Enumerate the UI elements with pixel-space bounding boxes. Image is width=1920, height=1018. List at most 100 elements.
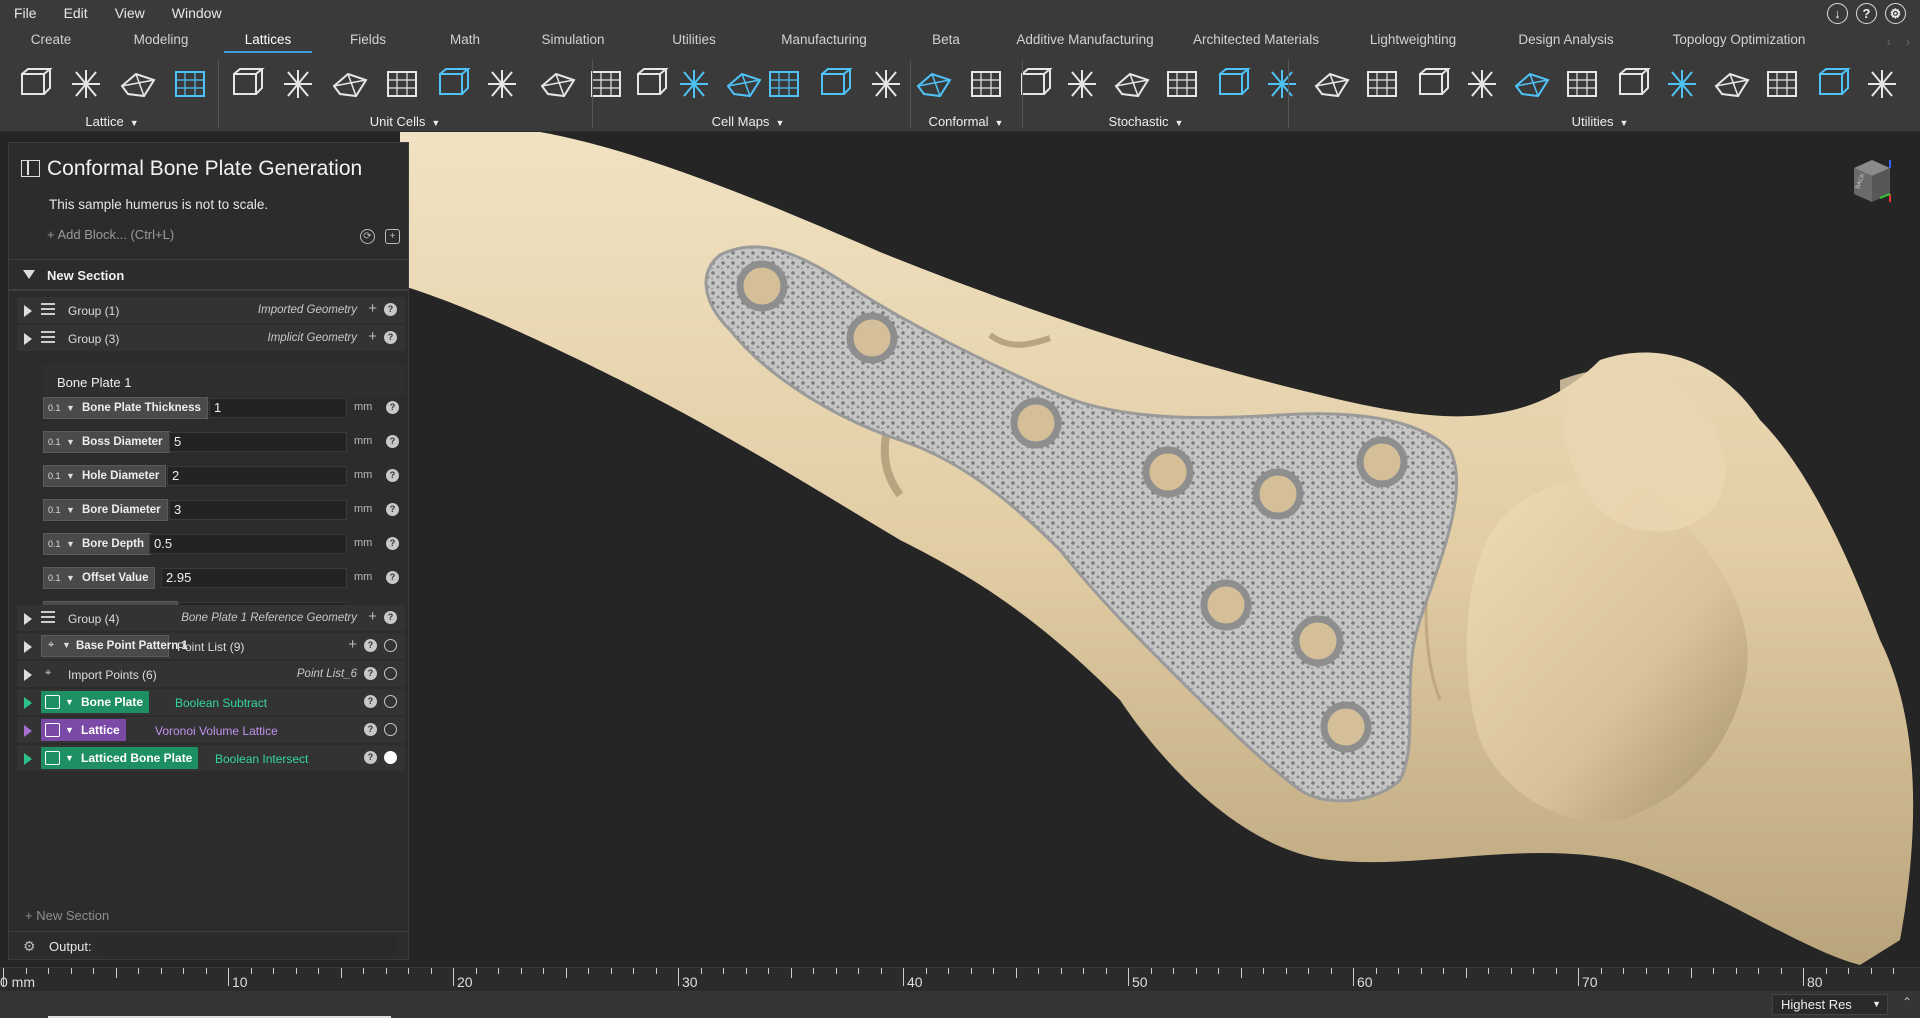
help-icon[interactable]: ? xyxy=(386,571,399,584)
chevron-down-icon[interactable]: ▼ xyxy=(62,640,71,650)
menu-view[interactable]: View xyxy=(101,5,158,21)
tab-beta[interactable]: Beta xyxy=(896,26,996,54)
operation-row[interactable]: ▼ Bone Plate Boolean Subtract? xyxy=(17,689,405,715)
ribbon-tool-38-icon[interactable] xyxy=(1860,64,1904,104)
section-header[interactable]: New Section xyxy=(9,259,408,291)
ribbon-tool-29-icon[interactable] xyxy=(1410,64,1454,104)
ribbon-tool-15-icon[interactable] xyxy=(722,64,766,104)
chevron-down-icon[interactable]: ▼ xyxy=(66,568,75,588)
param-input[interactable]: 2.95 xyxy=(161,568,347,588)
expand-icon[interactable] xyxy=(24,333,32,345)
tab-lattices[interactable]: Lattices xyxy=(220,26,316,54)
visibility-dot[interactable] xyxy=(384,723,397,736)
param-input[interactable]: 0.5 xyxy=(149,534,347,554)
group-row[interactable]: Group (3) Implicit Geometry + ? xyxy=(17,325,405,351)
expand-icon[interactable] xyxy=(24,613,32,625)
import-points-row[interactable]: ⌖ Import Points (6) Point List_6 ? xyxy=(17,661,405,687)
param-input[interactable]: 3 xyxy=(169,500,347,520)
menu-edit[interactable]: Edit xyxy=(50,5,101,21)
expand-icon[interactable] xyxy=(24,697,32,709)
param-input[interactable]: 1 xyxy=(209,398,347,418)
menu-file[interactable]: File xyxy=(0,5,50,21)
new-section-button[interactable]: + New Section xyxy=(25,908,109,923)
help-icon[interactable]: ? xyxy=(386,503,399,516)
tab-utilities[interactable]: Utilities xyxy=(636,26,752,54)
tab-modeling[interactable]: Modeling xyxy=(102,26,220,54)
chevron-down-icon[interactable]: ▼ xyxy=(65,747,74,769)
plus-icon[interactable]: + xyxy=(368,328,377,345)
help-icon[interactable]: ? xyxy=(386,537,399,550)
chevron-down-icon[interactable]: ▼ xyxy=(66,534,75,554)
tab-fields[interactable]: Fields xyxy=(316,26,420,54)
help-icon[interactable]: ? xyxy=(384,303,397,316)
ribbon-tool-25-icon[interactable] xyxy=(1210,64,1254,104)
visibility-dot[interactable] xyxy=(384,639,397,652)
plus-icon[interactable]: + xyxy=(348,636,357,653)
param-label[interactable]: 0.1 ▼ Bore Depth xyxy=(43,533,151,555)
ribbon-tool-19-icon[interactable] xyxy=(912,64,956,104)
menu-window[interactable]: Window xyxy=(158,5,235,21)
operation-row[interactable]: ▼ Lattice Voronoi Volume Lattice? xyxy=(17,717,405,743)
help-icon[interactable]: ? xyxy=(384,611,397,624)
chevron-down-icon[interactable]: ▼ xyxy=(65,719,74,741)
view-cube[interactable]: BACK xyxy=(1850,158,1892,206)
help-icon[interactable]: ? xyxy=(364,667,377,680)
ribbon-group-2-dropdown[interactable]: Unit Cells ▼ xyxy=(370,114,441,129)
refresh-icon[interactable]: ⟳ xyxy=(360,229,375,244)
point-pattern-row[interactable]: ⌖ ▼ Base Point Pattern 1 Point List (9) … xyxy=(17,633,405,659)
ribbon-tool-22-icon[interactable] xyxy=(1060,64,1104,104)
ribbon-tool-20-icon[interactable] xyxy=(964,64,1008,104)
ribbon-group-1-dropdown[interactable]: Lattice ▼ xyxy=(85,114,138,129)
ribbon-tool-7-icon[interactable] xyxy=(328,64,372,104)
visibility-dot[interactable] xyxy=(384,667,397,680)
help-icon[interactable]: ? xyxy=(364,723,377,736)
tab-math[interactable]: Math xyxy=(420,26,510,54)
operation-tag[interactable]: ▼ Bone Plate xyxy=(41,691,150,713)
gear-icon[interactable]: ⚙ xyxy=(23,938,36,955)
param-label[interactable]: 0.1 ▼ Boss Diameter xyxy=(43,431,170,453)
chevron-down-icon[interactable]: ▼ xyxy=(66,500,75,520)
ribbon-tool-34-icon[interactable] xyxy=(1660,64,1704,104)
ribbon-tool-9-icon[interactable] xyxy=(430,64,474,104)
tab-topology-optimization[interactable]: Topology Optimization xyxy=(1644,26,1834,54)
resolution-select[interactable]: Highest Res xyxy=(1772,994,1888,1015)
plus-icon[interactable]: + xyxy=(368,608,377,625)
ribbon-tool-30-icon[interactable] xyxy=(1460,64,1504,104)
settings-icon[interactable]: ⚙ xyxy=(1885,3,1906,24)
chevron-right-icon[interactable]: › xyxy=(1905,33,1910,49)
ribbon-group-5-dropdown[interactable]: Stochastic ▼ xyxy=(1109,114,1184,129)
operation-row[interactable]: ▼ Latticed Bone Plate Boolean Intersect? xyxy=(17,745,405,771)
ribbon-tool-6-icon[interactable] xyxy=(276,64,320,104)
add-icon[interactable]: + xyxy=(385,229,400,244)
operation-tag[interactable]: ▼ Latticed Bone Plate xyxy=(41,747,199,769)
tab-lightweighting[interactable]: Lightweighting xyxy=(1338,26,1488,54)
ribbon-tool-16-icon[interactable] xyxy=(762,64,806,104)
ribbon-tool-32-icon[interactable] xyxy=(1560,64,1604,104)
group-row[interactable]: Group (4) Bone Plate 1 Reference Geometr… xyxy=(17,605,405,631)
expand-icon[interactable] xyxy=(24,669,32,681)
ribbon-group-3-dropdown[interactable]: Cell Maps ▼ xyxy=(712,114,785,129)
tab-create[interactable]: Create xyxy=(0,26,102,54)
ribbon-tool-33-icon[interactable] xyxy=(1610,64,1654,104)
add-block-button[interactable]: + Add Block... (Ctrl+L) xyxy=(47,227,174,242)
tab-manufacturing[interactable]: Manufacturing xyxy=(752,26,896,54)
ribbon-tool-21-icon[interactable] xyxy=(1012,64,1056,104)
ribbon-tool-14-icon[interactable] xyxy=(672,64,716,104)
ribbon-tool-12-icon[interactable] xyxy=(584,64,628,104)
param-input[interactable]: 2 xyxy=(167,466,347,486)
chevron-left-icon[interactable]: ‹ xyxy=(1887,33,1892,49)
ribbon-group-6-dropdown[interactable]: Utilities ▼ xyxy=(1572,114,1629,129)
ribbon-tool-23-icon[interactable] xyxy=(1110,64,1154,104)
download-icon[interactable]: ↓ xyxy=(1827,3,1848,24)
ribbon-tool-31-icon[interactable] xyxy=(1510,64,1554,104)
ribbon-tool-37-icon[interactable] xyxy=(1810,64,1854,104)
expand-icon[interactable] xyxy=(24,753,32,765)
param-label[interactable]: 0.1 ▼ Hole Diameter xyxy=(43,465,167,487)
ribbon-tool-3-icon[interactable] xyxy=(116,64,160,104)
tab-architected-materials[interactable]: Architected Materials xyxy=(1174,26,1338,54)
ribbon-tool-17-icon[interactable] xyxy=(812,64,856,104)
help-icon[interactable]: ? xyxy=(386,401,399,414)
param-label[interactable]: 0.1 ▼ Bone Plate Thickness xyxy=(43,397,208,419)
ribbon-tool-4-icon[interactable] xyxy=(168,64,212,104)
ribbon-tool-11-icon[interactable] xyxy=(536,64,580,104)
